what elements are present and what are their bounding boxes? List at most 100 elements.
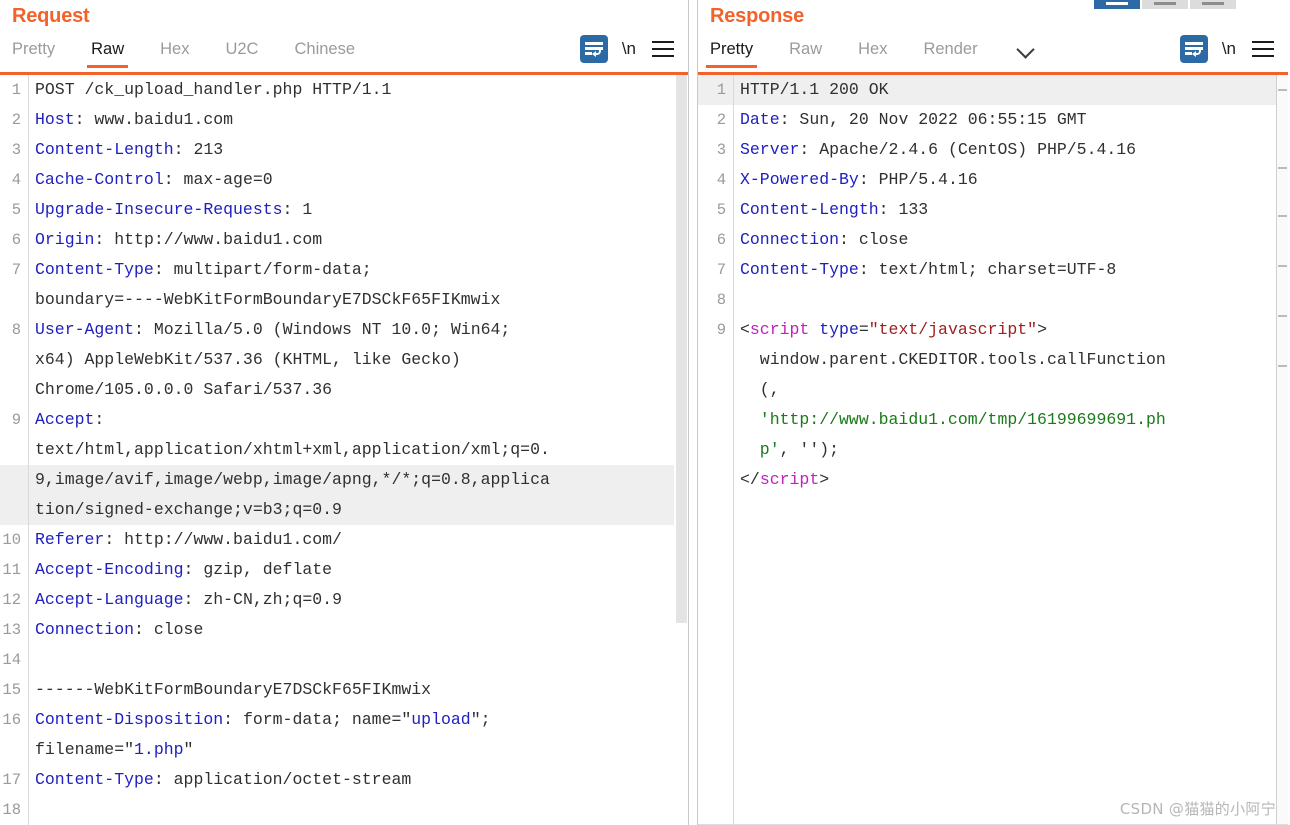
line-content: Host: www.baidu1.com [28,105,688,135]
request-scrollbar-thumb[interactable] [676,75,687,623]
line-content: Server: Apache/2.4.6 (CentOS) PHP/5.4.16 [733,135,1288,165]
newline-icon[interactable]: \n [1222,39,1236,59]
code-token: Connection [35,620,135,639]
code-token: application/octet-stream [173,770,412,789]
line-number: 16 [2,711,21,729]
tab-request-chinese[interactable]: Chinese [294,34,355,68]
word-wrap-icon[interactable] [1179,35,1208,63]
code-token: > [819,470,830,489]
line-content: x64) AppleWebKit/537.36 (KHTML, like Gec… [28,345,688,375]
line-number: 8 [11,321,21,339]
line-content: Connection: close [28,615,688,645]
minimap-mark [1278,265,1287,267]
code-line: 3 Content-Length: 213 [0,135,688,165]
line-number: 13 [2,621,21,639]
line-number: 5 [716,201,726,219]
tab-response-hex[interactable]: Hex [858,34,887,68]
code-line: x64) AppleWebKit/537.36 (KHTML, like Gec… [0,345,688,375]
line-content: Accept-Language: zh-CN,zh;q=0.9 [28,585,688,615]
tab-request-pretty[interactable]: Pretty [12,34,55,68]
code-token: tion/signed-exchange;v=b3;q=0.9 [35,500,342,519]
csdn-watermark: CSDN @猫猫的小阿宁 [1119,800,1276,818]
word-wrap-icon[interactable] [579,35,608,63]
line-content: p', ''); [733,435,1288,465]
code-token: form-data; name=" [242,710,412,729]
newline-icon[interactable]: \n [622,39,636,59]
response-panel: Response Pretty Raw Hex Render \n 1 HTTP/… [698,0,1288,825]
minimap-mark [1278,315,1287,317]
tab-request-raw[interactable]: Raw [87,34,129,68]
code-token: Mozilla/5.0 (Windows NT 10.0; Win64; [153,320,511,339]
code-token: "; [470,710,491,729]
minimap-mark [1278,89,1287,91]
code-line: 9 <script type="text/javascript"> [698,315,1288,345]
code-line: Chrome/105.0.0.0 Safari/537.36 [0,375,688,405]
code-token: : [183,590,204,609]
line-number: 17 [2,771,21,789]
panel-splitter[interactable] [688,0,698,825]
line-content: Date: Sun, 20 Nov 2022 06:55:15 GMT [733,105,1288,135]
code-token: : [173,140,194,159]
code-token: : [779,110,800,129]
line-number: 15 [2,681,21,699]
code-token: Apache/2.4.6 (CentOS) PHP/5.4.16 [819,140,1137,159]
tab-request-hex[interactable]: Hex [160,34,189,68]
menu-icon[interactable] [1252,40,1274,58]
line-content: HTTP/1.1 200 OK [733,75,1288,105]
request-scrollbar[interactable] [674,75,688,825]
code-line: (, [698,375,1288,405]
tab-response-render[interactable]: Render [923,34,977,68]
line-number [0,495,28,525]
code-line: 11 Accept-Encoding: gzip, deflate [0,555,688,585]
line-number [0,285,28,315]
code-token: : [94,410,105,429]
split-vertical-button[interactable] [1094,0,1140,9]
tab-response-pretty[interactable]: Pretty [705,34,758,68]
split-tabs-button[interactable] [1190,0,1236,9]
response-code-area[interactable]: 1 HTTP/1.1 200 OK 2 Date: Sun, 20 Nov 2022 … [698,75,1288,825]
code-token: x64) AppleWebKit/537.36 (KHTML, like Gec… [35,350,461,369]
code-token: Accept-Language [35,590,184,609]
tab-request-u2c[interactable]: U2C [225,34,258,68]
code-token: Content-Length [740,200,879,219]
code-line: 15 ------WebKitFormBoundaryE7DSCkF65FIKmw… [0,675,688,705]
line-number [0,465,28,495]
code-token: : [153,770,174,789]
code-token: Content-Type [740,260,859,279]
code-token: close [858,230,909,249]
code-line: text/html,application/xhtml+xml,applicat… [0,435,688,465]
line-number: 10 [2,531,21,549]
split-horizontal-button[interactable] [1142,0,1188,9]
code-token: Host [35,110,75,129]
chevron-down-icon[interactable] [1014,36,1040,62]
code-token: Origin [35,230,95,249]
line-content: filename="1.php" [28,735,688,765]
code-token: text/html; charset=UTF-8 [878,260,1117,279]
line-number: 6 [11,231,21,249]
code-token: </ [740,470,760,489]
code-token: 'http://www.baidu1.com/tmp/16199699691.p… [740,410,1166,429]
tab-response-raw[interactable]: Raw [789,34,822,68]
code-token: POST /ck_upload_handler.php HTTP/1.1 [35,80,392,99]
request-code-area[interactable]: 1 POST /ck_upload_handler.php HTTP/1.1 2 Ho… [0,75,688,825]
code-line: 4 Cache-Control: max-age=0 [0,165,688,195]
request-code-lines: 1 POST /ck_upload_handler.php HTTP/1.1 2 Ho… [0,75,688,825]
code-line: 4 X-Powered-By: PHP/5.4.16 [698,165,1288,195]
code-token: Cache-Control [35,170,164,189]
line-content: Referer: http://www.baidu1.com/ [28,525,688,555]
code-line: tion/signed-exchange;v=b3;q=0.9 [0,495,688,525]
response-minimap[interactable] [1276,75,1288,825]
line-number: 9 [11,411,21,429]
code-line: 17 Content-Type: application/octet-stream [0,765,688,795]
code-line: 8 [698,285,1288,315]
minimap-mark [1278,215,1287,217]
line-content: (, [733,375,1288,405]
code-token: window.parent.CKEDITOR.tools.callFunctio… [740,350,1166,369]
code-token: gzip, deflate [203,560,333,579]
code-line: 7 Content-Type: multipart/form-data; [0,255,688,285]
line-number: 6 [716,231,726,249]
code-token: User-Agent [35,320,135,339]
menu-icon[interactable] [652,40,674,58]
code-token: : [799,140,820,159]
